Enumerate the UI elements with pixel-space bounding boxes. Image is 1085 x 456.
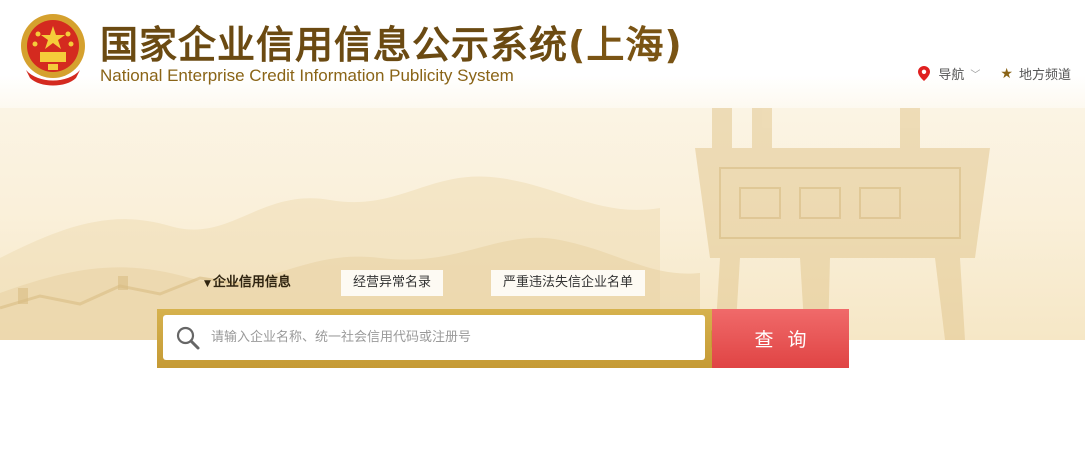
star-icon: ★ [1000,65,1013,82]
tab-enterprise-credit-info[interactable]: ▼ 企业信用信息 [194,270,303,296]
search-box [163,315,705,360]
site-header: 国家企业信用信息公示系统(上海) National Enterprise Cre… [0,0,1085,108]
nav-guide-label: 导航 [938,68,965,83]
page: 国家企业信用信息公示系统(上海) National Enterprise Cre… [0,0,1085,456]
tab-serious-violation-list[interactable]: 严重违法失信企业名单 [490,270,645,296]
site-title-region: (上海) [568,23,683,67]
caret-down-icon: ▼ [204,279,211,289]
site-title-main: 国家企业信用信息公示系统 [100,23,569,67]
search-category-tabs: ▼ 企业信用信息 经营异常名录 严重违法失信企业名单 [194,270,693,296]
search-bar [157,309,712,368]
site-title: 国家企业信用信息公示系统(上海) [100,14,683,69]
tab-label: 经营异常名录 [352,275,431,290]
nav-guide-link[interactable]: 导航 ﹀ [918,64,980,83]
nav-local-channel-label: 地方频道 [1018,68,1071,83]
search-icon [176,326,200,349]
nav-local-channel-link[interactable]: ★ 地方频道 [1000,64,1071,84]
tab-abnormal-operation-list[interactable]: 经营异常名录 [340,270,443,296]
tab-label: 严重违法失信企业名单 [502,275,633,290]
search-input[interactable] [211,315,705,360]
chevron-down-icon: ﹀ [970,70,981,81]
hero-banner [0,108,1085,340]
site-title-english: National Enterprise Credit Information P… [100,66,514,85]
landscape-illustration [0,108,990,340]
search-button[interactable]: 查询 [712,309,849,368]
header-nav: 导航 ﹀ ★ 地方频道 [918,64,1071,83]
tab-label: 企业信用信息 [212,275,291,290]
national-emblem-icon [21,14,85,86]
location-pin-icon [918,66,931,81]
